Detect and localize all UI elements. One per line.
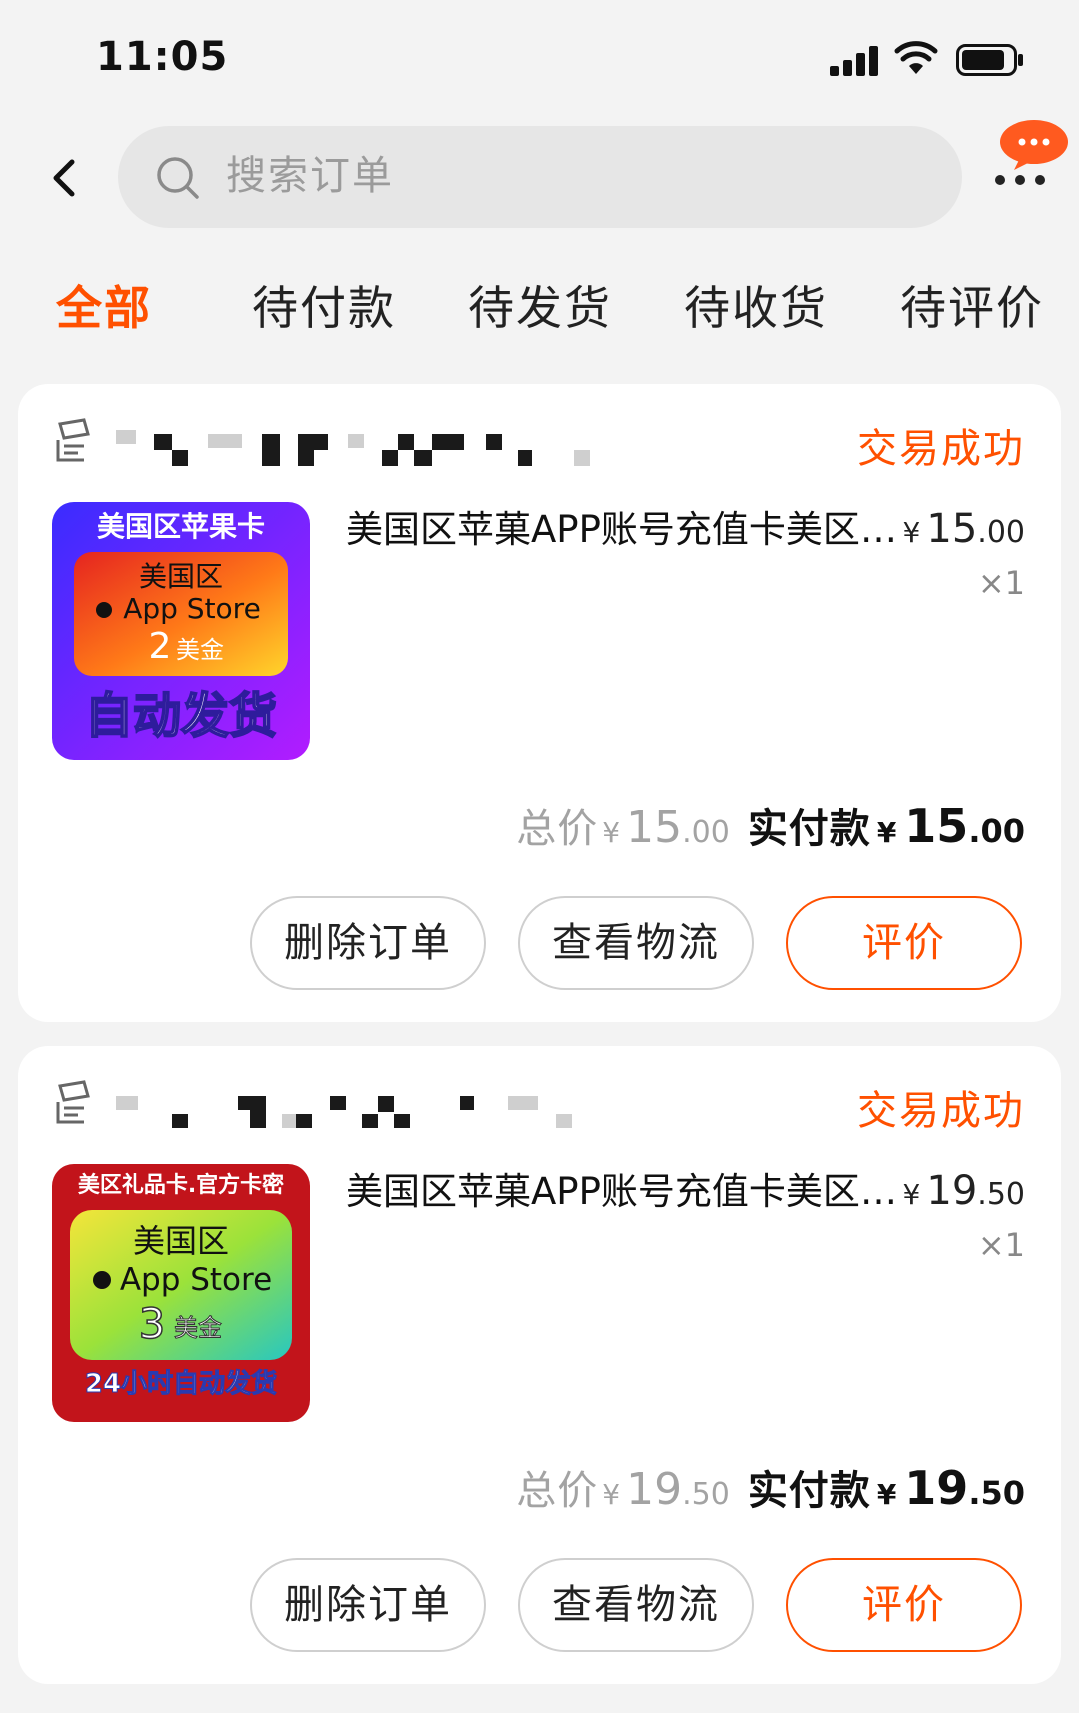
svg-text:美区礼品卡.官方卡密: 美区礼品卡.官方卡密 [78,1172,284,1198]
product-title[interactable]: 美国区苹菓APP账号充值卡美区礼品卡 [346,1164,906,1220]
tab-pending-receipt[interactable]: 待收货 [684,268,828,348]
svg-text:App Store: App Store [123,592,261,625]
svg-text:美国区: 美国区 [133,1222,229,1260]
svg-text:24小时自动发货: 24小时自动发货 [85,1368,277,1399]
shop-name-redacted [116,430,616,470]
search-icon [157,157,199,199]
order-status: 交易成功 [857,1088,1025,1134]
review-button[interactable]: 评价 [786,1558,1022,1652]
view-logistics-button[interactable]: 查看物流 [518,1558,754,1652]
product-price: ¥15.00 [902,506,1025,552]
tab-all[interactable]: 全部 [56,268,152,348]
order-card[interactable]: 交易成功 美区礼品卡.官方卡密 美国区 App Store 3 美金 24小时自… [18,1046,1061,1684]
search-placeholder: 搜索订单 [226,153,394,199]
thumb-top-text: 美国区苹果卡 [97,510,265,543]
back-arrow-icon[interactable] [46,158,82,198]
svg-text:自动发货: 自动发货 [85,688,277,744]
tab-pending-review[interactable]: 待评价 [900,268,1044,348]
status-bar: 11:05 [0,0,1079,110]
order-totals: 总价 ¥15.00 实付款 ¥15.00 [516,799,1025,853]
product-image[interactable]: 美国区苹果卡 美国区 App Store 2 美金 自动发货 [52,502,310,760]
message-more-icon[interactable] [990,118,1072,192]
search-bar[interactable]: 搜索订单 [118,126,962,228]
svg-text:3: 3 [139,1299,166,1348]
product-quantity: ×1 [977,564,1025,602]
product-image[interactable]: 美区礼品卡.官方卡密 美国区 App Store 3 美金 24小时自动发货 [52,1164,310,1422]
wifi-icon [894,41,938,74]
svg-text:美国区: 美国区 [139,560,223,593]
shop-icon [56,418,90,462]
view-logistics-button[interactable]: 查看物流 [518,896,754,990]
delete-order-button[interactable]: 删除订单 [250,1558,486,1652]
tab-pending-shipment[interactable]: 待发货 [468,268,612,348]
battery-icon [956,44,1023,76]
shop-icon [56,1080,90,1124]
status-time: 11:05 [96,34,229,80]
svg-text:美金: 美金 [176,636,224,664]
shop-name-redacted [116,1092,616,1132]
order-totals: 总价 ¥19.50 实付款 ¥19.50 [516,1461,1025,1515]
svg-text:美金: 美金 [174,1314,222,1342]
order-tabs: 全部 待付款 待发货 待收货 待评价 [0,268,1079,348]
product-quantity: ×1 [977,1226,1025,1264]
order-status: 交易成功 [857,426,1025,472]
svg-text:App Store: App Store [120,1262,272,1298]
tab-pending-payment[interactable]: 待付款 [252,268,396,348]
order-card[interactable]: 交易成功 美国区苹果卡 美国区 App Store 2 美金 自动发货 美国区苹… [18,384,1061,1022]
product-price: ¥19.50 [902,1168,1025,1214]
review-button[interactable]: 评价 [786,896,1022,990]
svg-text:2: 2 [149,626,172,667]
delete-order-button[interactable]: 删除订单 [250,896,486,990]
product-title[interactable]: 美国区苹菓APP账号充值卡美区礼品卡 [346,502,906,558]
cellular-signal-icon [830,46,878,76]
